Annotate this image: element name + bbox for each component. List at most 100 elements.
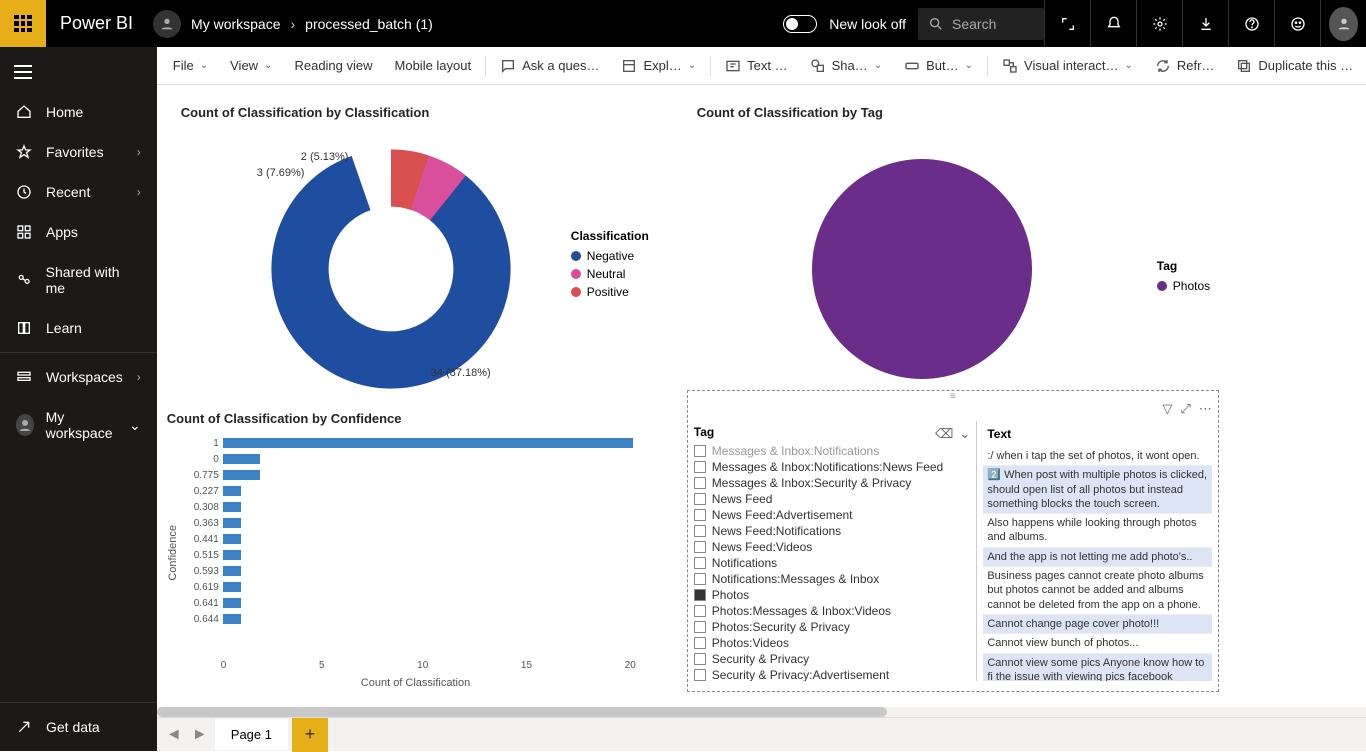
chevron-down-icon[interactable]: ⌄ (959, 426, 970, 442)
tag-item[interactable]: Security & Privacy:Advertisement (694, 667, 971, 681)
bar-row[interactable]: 0.641 (183, 595, 633, 611)
checkbox-icon[interactable] (694, 493, 706, 505)
page-next[interactable]: ► (189, 726, 211, 744)
bar-row[interactable]: 0.593 (183, 563, 633, 579)
settings-button[interactable] (1136, 0, 1182, 47)
visual-pie[interactable]: Count of Classification by Tag 43 (100%)… (687, 99, 1217, 399)
breadcrumb-file[interactable]: processed_batch (1) (305, 16, 433, 32)
app-launcher[interactable] (0, 0, 46, 47)
tag-item[interactable]: Messages & Inbox:Notifications (694, 443, 971, 459)
ribbon-ask-question[interactable]: Ask a ques… (490, 52, 609, 80)
tag-item[interactable]: News Feed:Advertisement (694, 507, 971, 523)
nav-home[interactable]: Home (0, 92, 157, 132)
bar-row[interactable]: 1 (183, 435, 633, 451)
account-button[interactable] (1320, 0, 1366, 47)
report-canvas[interactable]: Count of Classification by Classificatio… (157, 85, 1366, 717)
notifications-button[interactable] (1090, 0, 1136, 47)
bar-row[interactable]: 0.308 (183, 499, 633, 515)
checkbox-icon[interactable] (694, 573, 706, 585)
tag-item[interactable]: Notifications:Messages & Inbox (694, 571, 971, 587)
checkbox-icon[interactable] (694, 525, 706, 537)
help-button[interactable] (1228, 0, 1274, 47)
new-look-toggle[interactable] (783, 15, 817, 33)
nav-workspaces[interactable]: Workspaces › (0, 357, 157, 397)
text-row[interactable]: :/ when i tap the set of photos, it wont… (983, 447, 1211, 466)
nav-toggle[interactable] (0, 57, 157, 92)
ribbon-refresh[interactable]: Refr… (1145, 52, 1225, 80)
checkbox-icon[interactable] (694, 541, 706, 553)
checkbox-icon[interactable] (694, 621, 706, 633)
nav-favorites[interactable]: Favorites › (0, 132, 157, 172)
text-row[interactable]: Cannot change page cover photo!!! (983, 615, 1211, 634)
nav-apps[interactable]: Apps (0, 212, 157, 252)
bar-row[interactable]: 0.227 (183, 483, 633, 499)
tag-item[interactable]: Messages & Inbox:Security & Privacy (694, 475, 971, 491)
nav-recent[interactable]: Recent › (0, 172, 157, 212)
download-button[interactable] (1182, 0, 1228, 47)
more-options-icon[interactable]: ⋯ (1199, 401, 1212, 417)
bar-row[interactable]: 0.619 (183, 579, 633, 595)
ribbon-reading-view[interactable]: Reading view (284, 52, 382, 79)
bar-row[interactable]: 0.644 (183, 611, 633, 627)
tag-item[interactable]: News Feed (694, 491, 971, 507)
nav-my-workspace[interactable]: My workspace ⌄ (0, 397, 157, 453)
bar-row[interactable]: 0.775 (183, 467, 633, 483)
focus-mode-icon[interactable]: ⤢ (1180, 401, 1190, 417)
visual-slicer[interactable]: ▽ ⤢ ⋯ Tag ⌫ ⌄ (687, 390, 1219, 692)
tag-item[interactable]: Photos (694, 587, 971, 603)
checkbox-icon[interactable] (694, 589, 706, 601)
checkbox-icon[interactable] (694, 445, 706, 457)
text-row[interactable]: Cannot view some pics Anyone know how to… (983, 654, 1211, 681)
ribbon-view[interactable]: View⌄ (220, 52, 282, 79)
feedback-button[interactable] (1274, 0, 1320, 47)
legend-positive[interactable]: Positive (571, 285, 649, 299)
checkbox-icon[interactable] (694, 477, 706, 489)
text-row[interactable]: Business pages cannot create photo album… (983, 567, 1211, 615)
checkbox-icon[interactable] (694, 637, 706, 649)
nav-learn[interactable]: Learn (0, 308, 157, 348)
tag-item[interactable]: Security & Privacy (694, 651, 971, 667)
checkbox-icon[interactable] (694, 669, 706, 681)
search-input[interactable]: Search (918, 8, 1044, 40)
tag-item[interactable]: Notifications (694, 555, 971, 571)
tag-item[interactable]: News Feed:Videos (694, 539, 971, 555)
checkbox-icon[interactable] (694, 461, 706, 473)
bar-row[interactable]: 0 (183, 451, 633, 467)
tag-item[interactable]: Photos:Messages & Inbox:Videos (694, 603, 971, 619)
ribbon-buttons[interactable]: But…⌄ (894, 52, 983, 80)
text-row[interactable]: Also happens while looking through photo… (983, 514, 1211, 548)
tag-item[interactable]: Photos:Security & Privacy (694, 619, 971, 635)
ribbon-text-box[interactable]: Text … (715, 52, 797, 80)
checkbox-icon[interactable] (694, 605, 706, 617)
text-row[interactable]: Cannot view bunch of photos... (983, 634, 1211, 653)
visual-donut[interactable]: Count of Classification by Classificatio… (171, 99, 681, 399)
ribbon-shapes[interactable]: Sha…⌄ (800, 52, 893, 80)
tag-item[interactable]: News Feed:Notifications (694, 523, 971, 539)
ribbon-file[interactable]: File⌄ (163, 52, 218, 79)
legend-neutral[interactable]: Neutral (571, 267, 649, 281)
ribbon-visual-interactions[interactable]: Visual interact…⌄ (992, 52, 1143, 80)
canvas-horizontal-scrollbar[interactable] (157, 707, 1366, 717)
text-row[interactable]: And the app is not letting me add photo'… (983, 548, 1211, 567)
text-row[interactable]: 2️⃣ When post with multiple photos is cl… (983, 466, 1211, 514)
bar-row[interactable]: 0.441 (183, 531, 633, 547)
visual-bar[interactable]: Count of Classification by Confidence Co… (161, 405, 681, 695)
legend-photos[interactable]: Photos (1157, 279, 1210, 293)
breadcrumb-workspace[interactable]: My workspace (191, 16, 280, 32)
add-page-button[interactable]: + (292, 718, 328, 752)
tag-item[interactable]: Photos:Videos (694, 635, 971, 651)
checkbox-icon[interactable] (694, 653, 706, 665)
page-prev[interactable]: ◄ (163, 726, 185, 744)
nav-shared[interactable]: Shared with me (0, 252, 157, 308)
eraser-icon[interactable]: ⌫ (935, 426, 953, 442)
ribbon-mobile-layout[interactable]: Mobile layout (385, 52, 482, 79)
bar-row[interactable]: 0.515 (183, 547, 633, 563)
tag-item[interactable]: Messages & Inbox:Notifications:News Feed (694, 459, 971, 475)
get-data-button[interactable]: Get data (0, 702, 157, 751)
ribbon-explore[interactable]: Expl…⌄ (611, 52, 706, 80)
checkbox-icon[interactable] (694, 509, 706, 521)
fullscreen-button[interactable] (1044, 0, 1090, 47)
filter-icon[interactable]: ▽ (1162, 401, 1172, 417)
legend-negative[interactable]: Negative (571, 249, 649, 263)
checkbox-icon[interactable] (694, 557, 706, 569)
